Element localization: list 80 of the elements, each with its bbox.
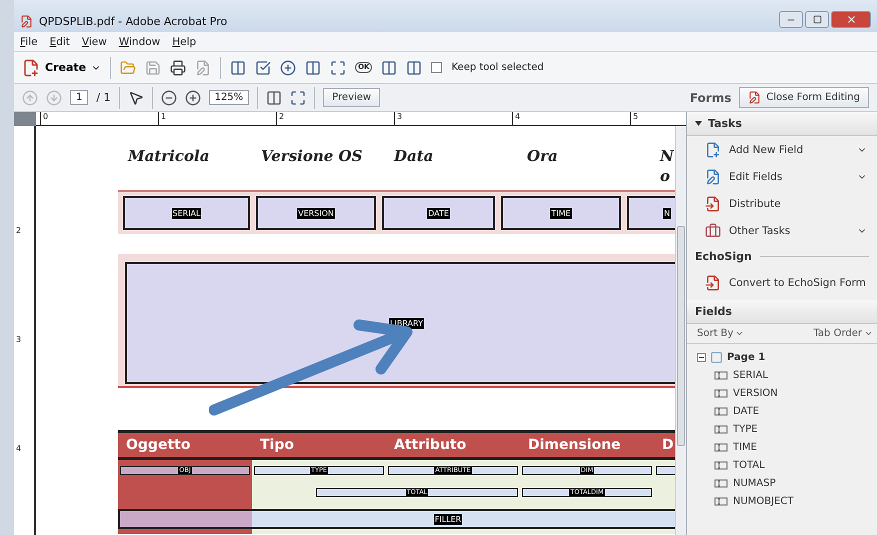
task-item[interactable]: Convert to EchoSign Form <box>687 269 877 296</box>
page-icon <box>710 350 723 364</box>
tab-order-button[interactable]: Tab Order <box>813 328 873 339</box>
tree-item[interactable]: NUMASP <box>687 474 877 492</box>
tasks-header[interactable]: Tasks <box>687 112 877 136</box>
close-button[interactable] <box>831 11 871 28</box>
caret-icon <box>735 329 744 338</box>
task-item[interactable]: Distribute <box>687 190 877 217</box>
tree-item[interactable]: DATE <box>687 402 877 420</box>
ruler-label: 2 <box>15 226 22 235</box>
ruler-label: 3 <box>394 112 512 125</box>
menu-item[interactable]: Help <box>172 36 196 48</box>
close-icon <box>846 14 856 25</box>
section-title: EchoSign <box>695 250 752 263</box>
document-pen-icon <box>748 91 762 104</box>
tree-item[interactable]: TOTAL <box>687 456 877 474</box>
column-heading: Ora <box>526 146 559 167</box>
pdf-icon <box>20 15 33 28</box>
document-pen-icon <box>705 168 721 184</box>
form-field[interactable]: FILLER <box>118 509 675 529</box>
tree-item[interactable]: TYPE <box>687 420 877 438</box>
form-field[interactable]: N <box>627 196 675 230</box>
panel-title: Forms <box>690 90 732 104</box>
menu-item[interactable]: Edit <box>50 36 70 48</box>
column-heading: Attributo <box>393 437 468 453</box>
task-item[interactable]: Add New Field <box>687 136 877 163</box>
window-title: QPDSPLIB.pdf - Adobe Acrobat Pro <box>39 15 228 28</box>
document-plus-icon <box>705 142 721 158</box>
ruler-label: 2 <box>276 112 394 125</box>
document-arrow-icon <box>705 274 721 290</box>
document-plus-icon <box>22 58 40 76</box>
form-field[interactable]: SERIAL <box>123 196 250 230</box>
document-arrow-icon <box>705 196 721 212</box>
sort-by-button[interactable]: Sort By <box>697 328 744 339</box>
fields-header: Fields <box>687 300 877 324</box>
checkbox-label: Keep tool selected <box>451 62 544 73</box>
preview-button[interactable]: Preview <box>323 88 380 107</box>
column-heading: Matricola <box>126 146 210 167</box>
column-heading: N o <box>658 146 675 187</box>
scrollbar[interactable] <box>675 126 686 535</box>
zoom-in-icon[interactable] <box>184 90 201 106</box>
ruler-label: 0 <box>40 112 158 125</box>
menu-item[interactable]: View <box>82 36 107 48</box>
close-form-editing-button[interactable]: Close Form Editing <box>739 87 869 108</box>
pointer-icon[interactable] <box>128 90 144 106</box>
form-field[interactable]: DATE <box>382 196 495 230</box>
caret-icon <box>864 329 873 338</box>
task-item[interactable]: Edit Fields <box>687 163 877 190</box>
menu-item[interactable]: Window <box>118 36 160 48</box>
ruler-label: 1 <box>158 112 276 125</box>
column-heading: D <box>661 437 675 453</box>
tree-item[interactable]: NUMOBJECT <box>687 492 877 510</box>
zoom-field[interactable]: 125% <box>208 90 250 105</box>
form-field[interactable]: TIME <box>501 196 621 230</box>
maximize-icon <box>812 15 822 24</box>
checkbox-icon[interactable] <box>255 60 272 76</box>
page-number-field[interactable]: 1 <box>70 90 88 105</box>
column-heading: Tipo <box>259 437 295 453</box>
menu-item[interactable]: File <box>20 36 38 48</box>
ruler-label: 3 <box>15 335 22 344</box>
maximize-button[interactable] <box>805 11 829 28</box>
collapse-icon[interactable] <box>697 352 706 362</box>
tree-item[interactable]: SERIAL <box>687 366 877 384</box>
checkbox[interactable] <box>431 62 442 73</box>
page-count: / 1 <box>96 91 111 104</box>
create-button[interactable]: Create <box>22 58 102 76</box>
form-field[interactable]: VERSION <box>256 196 376 230</box>
tree-item[interactable]: VERSION <box>687 384 877 402</box>
printer-icon[interactable] <box>170 60 186 76</box>
task-item[interactable]: Other Tasks <box>687 217 877 244</box>
zoom-out-icon[interactable] <box>160 90 177 106</box>
tree-item[interactable]: Page 1 <box>687 348 877 366</box>
ruler-label: 4 <box>512 112 630 125</box>
column-heading: Versione OS <box>260 146 364 167</box>
column-heading: Dimensione <box>527 437 622 453</box>
column-heading: Data <box>392 146 434 167</box>
column-heading: Oggetto <box>125 437 192 453</box>
tree-item[interactable]: TIME <box>687 438 877 456</box>
briefcase-icon <box>705 222 721 238</box>
ruler-label: 4 <box>15 444 22 453</box>
